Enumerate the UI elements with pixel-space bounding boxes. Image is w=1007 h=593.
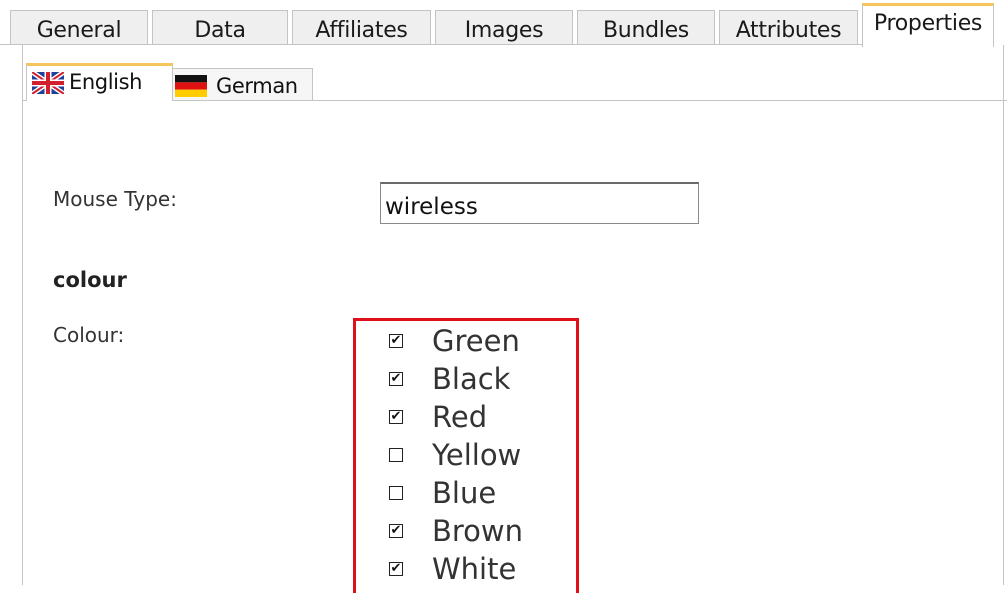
- colour-option-label: Brown: [432, 514, 524, 548]
- language-tab-bar: English German: [22, 60, 1007, 102]
- colour-option-label: Green: [432, 324, 520, 358]
- colour-label: Colour:: [53, 323, 125, 347]
- checkbox[interactable]: ✔: [389, 372, 403, 386]
- colour-option-brown[interactable]: ✔ Brown: [387, 514, 577, 552]
- colour-option-red[interactable]: ✔ Red: [387, 400, 577, 438]
- colour-option-label: Blue: [432, 476, 497, 510]
- colour-option-green[interactable]: ✔ Green: [387, 324, 577, 362]
- checkbox[interactable]: [389, 448, 403, 462]
- germany-flag-icon: [175, 75, 207, 97]
- tab-english-label: English: [69, 70, 143, 94]
- colour-option-yellow[interactable]: Yellow: [387, 438, 577, 476]
- tab-images[interactable]: Images: [435, 10, 573, 44]
- tab-properties[interactable]: Properties: [862, 3, 994, 47]
- mouse-type-input[interactable]: [380, 182, 699, 224]
- colour-option-white[interactable]: ✔ White: [387, 552, 577, 590]
- colour-option-black[interactable]: ✔ Black: [387, 362, 577, 400]
- tab-data[interactable]: Data: [152, 10, 288, 44]
- colour-option-label: White: [432, 552, 517, 586]
- checkbox[interactable]: ✔: [389, 410, 403, 424]
- colour-option-label: Red: [432, 400, 488, 434]
- tab-attributes[interactable]: Attributes: [719, 10, 858, 44]
- colour-option-blue[interactable]: Blue: [387, 476, 577, 514]
- tab-bar-divider: [0, 44, 862, 45]
- tab-german-label: German: [216, 74, 298, 98]
- tab-affiliates[interactable]: Affiliates: [292, 10, 431, 44]
- main-tab-bar: General Data Affiliates Images Bundles A…: [0, 0, 1007, 47]
- section-heading-colour: colour: [53, 268, 127, 292]
- colour-option-label: Black: [432, 362, 511, 396]
- colour-option-label: Yellow: [432, 438, 522, 472]
- checkbox[interactable]: ✔: [389, 524, 403, 538]
- tab-german[interactable]: German: [172, 68, 313, 101]
- uk-flag-icon: [32, 72, 64, 94]
- mouse-type-label: Mouse Type:: [53, 187, 177, 211]
- checkbox[interactable]: [389, 486, 403, 500]
- checkbox[interactable]: ✔: [389, 334, 403, 348]
- tab-english[interactable]: English: [26, 63, 173, 101]
- tab-bundles[interactable]: Bundles: [577, 10, 715, 44]
- panel-border: [1003, 45, 1004, 585]
- checkbox[interactable]: ✔: [389, 562, 403, 576]
- panel-border: [22, 45, 23, 585]
- tab-general[interactable]: General: [10, 10, 148, 44]
